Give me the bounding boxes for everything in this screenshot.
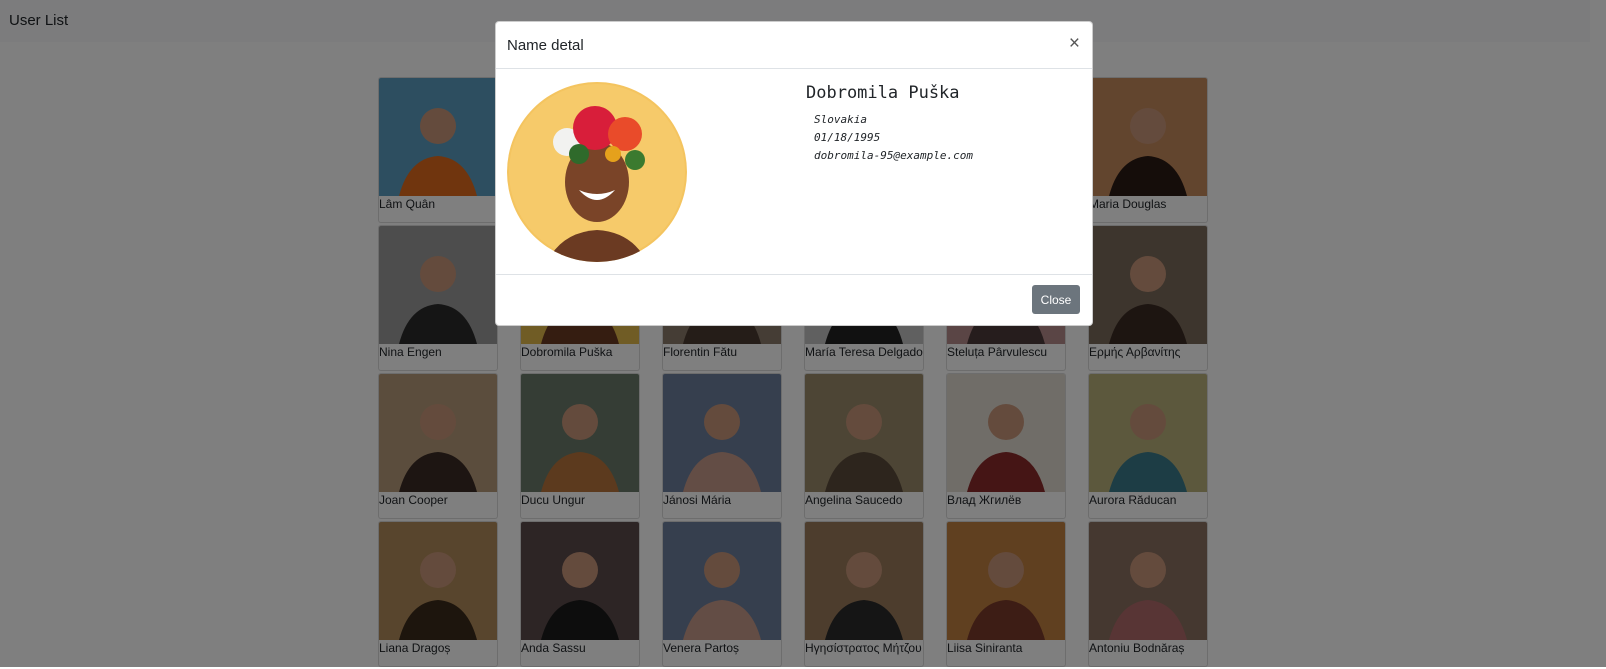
modal-header: Name detal × xyxy=(496,22,1092,69)
close-button[interactable]: Close xyxy=(1032,285,1080,314)
modal-title: Name detal xyxy=(507,37,584,54)
modal-body: Dobromila Puška Slovakia 01/18/1995 dobr… xyxy=(496,69,1092,275)
user-full-name: Dobromila Puška xyxy=(806,83,960,103)
user-dob: 01/18/1995 xyxy=(814,131,881,144)
user-detail-modal: Name detal × Dobromila Puška Slovakia 01… xyxy=(495,21,1093,326)
close-icon[interactable]: × xyxy=(1069,34,1080,54)
user-info: Dobromila Puška Slovakia 01/18/1995 dobr… xyxy=(806,83,973,165)
user-avatar xyxy=(507,82,687,262)
user-country: Slovakia xyxy=(814,113,867,126)
user-email: dobromila-95@example.com xyxy=(814,149,973,162)
